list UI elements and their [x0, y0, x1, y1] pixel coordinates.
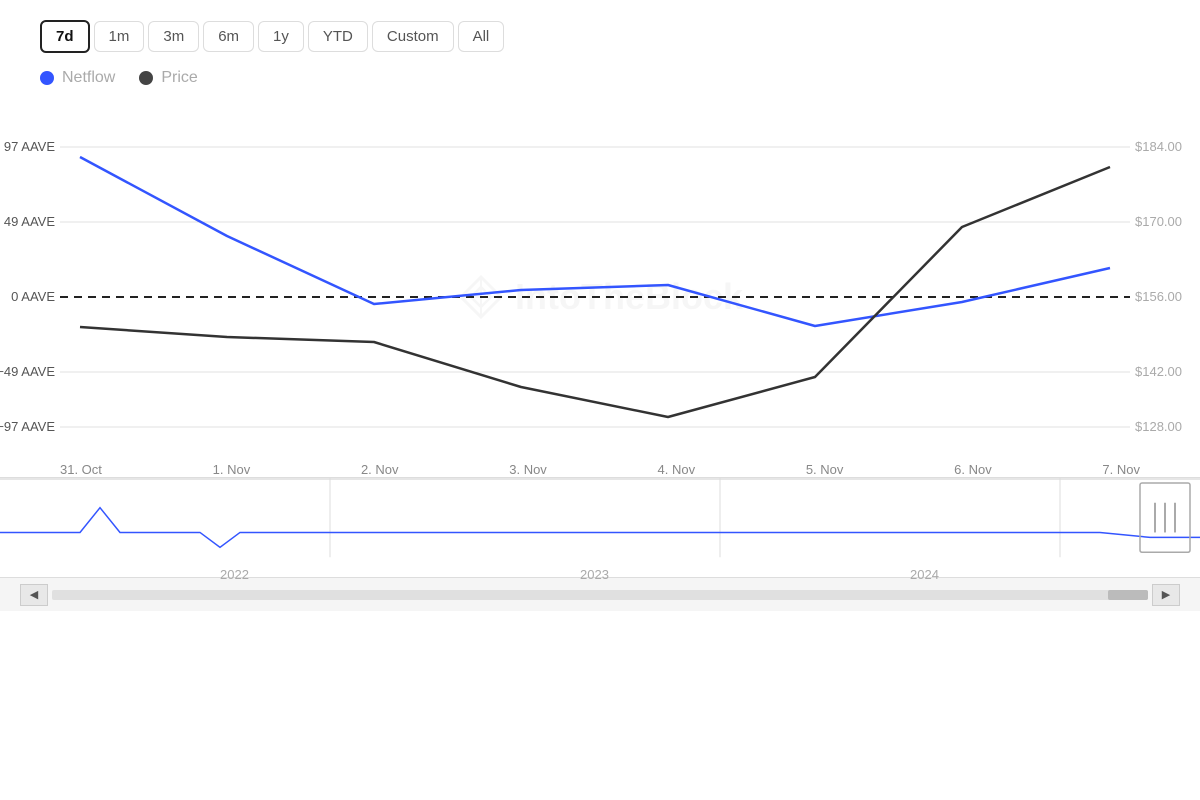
btn-all[interactable]: All	[458, 21, 505, 52]
svg-text:0 AAVE: 0 AAVE	[11, 289, 55, 304]
mini-chart-svg	[0, 478, 1200, 577]
chart-svg: 97 AAVE 49 AAVE 0 AAVE −49 AAVE −97 AAVE…	[0, 117, 1200, 477]
scroll-thumb[interactable]	[1108, 590, 1148, 600]
btn-1m[interactable]: 1m	[94, 21, 145, 52]
time-range-selector: 7d 1m 3m 6m 1y YTD Custom All	[0, 20, 1200, 53]
x-label-6nov: 6. Nov	[954, 462, 992, 477]
svg-text:−97 AAVE: −97 AAVE	[0, 419, 55, 434]
price-dot	[139, 71, 153, 85]
legend-netflow: Netflow	[40, 69, 115, 87]
price-label: Price	[161, 69, 197, 87]
legend-price: Price	[139, 69, 197, 87]
x-label-1nov: 1. Nov	[213, 462, 251, 477]
x-label-4nov: 4. Nov	[658, 462, 696, 477]
btn-1y[interactable]: 1y	[258, 21, 304, 52]
x-label-2nov: 2. Nov	[361, 462, 399, 477]
scroll-track[interactable]	[52, 590, 1148, 600]
x-axis-labels: 31. Oct 1. Nov 2. Nov 3. Nov 4. Nov 5. N…	[0, 462, 1200, 477]
svg-text:$170.00: $170.00	[1135, 214, 1182, 229]
svg-text:−49 AAVE: −49 AAVE	[0, 364, 55, 379]
chart-container: 7d 1m 3m 6m 1y YTD Custom All Netflow Pr…	[0, 0, 1200, 800]
svg-text:$128.00: $128.00	[1135, 419, 1182, 434]
netflow-dot	[40, 71, 54, 85]
x-label-31oct: 31. Oct	[60, 462, 102, 477]
mini-chart-container: 2022 2023 2024	[0, 477, 1200, 577]
btn-3m[interactable]: 3m	[148, 21, 199, 52]
svg-text:49 AAVE: 49 AAVE	[4, 214, 55, 229]
svg-text:$184.00: $184.00	[1135, 139, 1182, 154]
btn-ytd[interactable]: YTD	[308, 21, 368, 52]
price-line	[80, 167, 1110, 417]
netflow-label: Netflow	[62, 69, 115, 87]
x-label-3nov: 3. Nov	[509, 462, 547, 477]
svg-text:$156.00: $156.00	[1135, 289, 1182, 304]
mini-netflow-line	[0, 508, 1200, 548]
scrollbar: ◀ ▶	[0, 577, 1200, 611]
x-label-7nov: 7. Nov	[1102, 462, 1140, 477]
x-label-5nov: 5. Nov	[806, 462, 844, 477]
main-chart-area: IntoTheBlock 97 AAVE 49 AAVE 0 AAVE −49 …	[0, 117, 1200, 477]
chart-legend: Netflow Price	[0, 69, 1200, 87]
netflow-line	[80, 157, 1110, 326]
svg-text:$142.00: $142.00	[1135, 364, 1182, 379]
btn-custom[interactable]: Custom	[372, 21, 454, 52]
svg-text:97 AAVE: 97 AAVE	[4, 139, 55, 154]
scroll-left-arrow[interactable]: ◀	[20, 584, 48, 606]
btn-7d[interactable]: 7d	[40, 20, 90, 53]
btn-6m[interactable]: 6m	[203, 21, 254, 52]
scroll-right-arrow[interactable]: ▶	[1152, 584, 1180, 606]
